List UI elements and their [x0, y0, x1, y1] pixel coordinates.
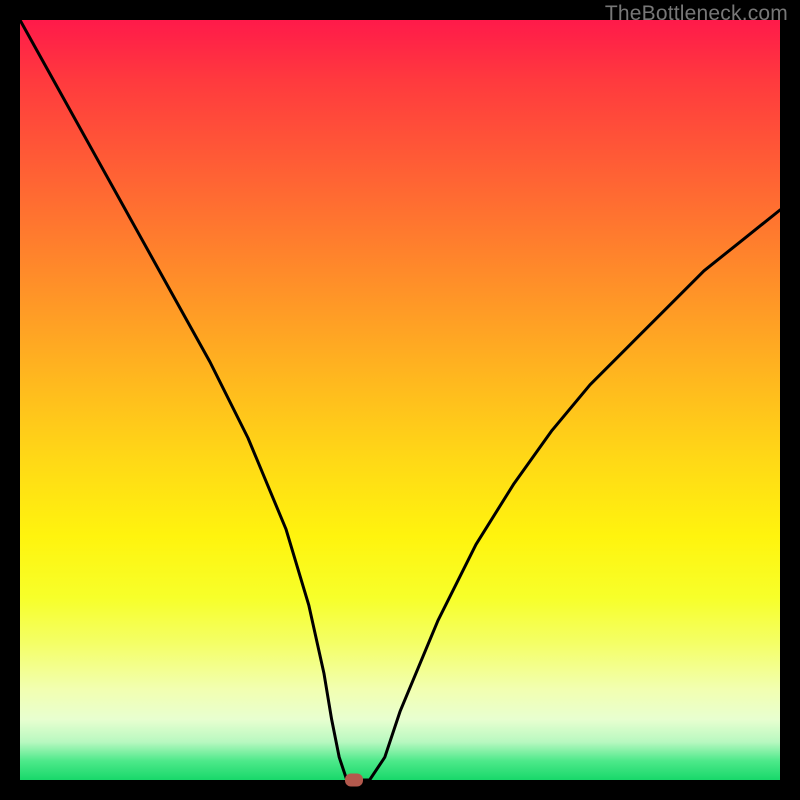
optimal-point-marker — [345, 774, 363, 787]
curve-layer — [20, 20, 780, 780]
chart-frame: TheBottleneck.com — [0, 0, 800, 800]
plot-area — [20, 20, 780, 780]
watermark-text: TheBottleneck.com — [605, 2, 788, 26]
bottleneck-curve — [20, 20, 780, 780]
